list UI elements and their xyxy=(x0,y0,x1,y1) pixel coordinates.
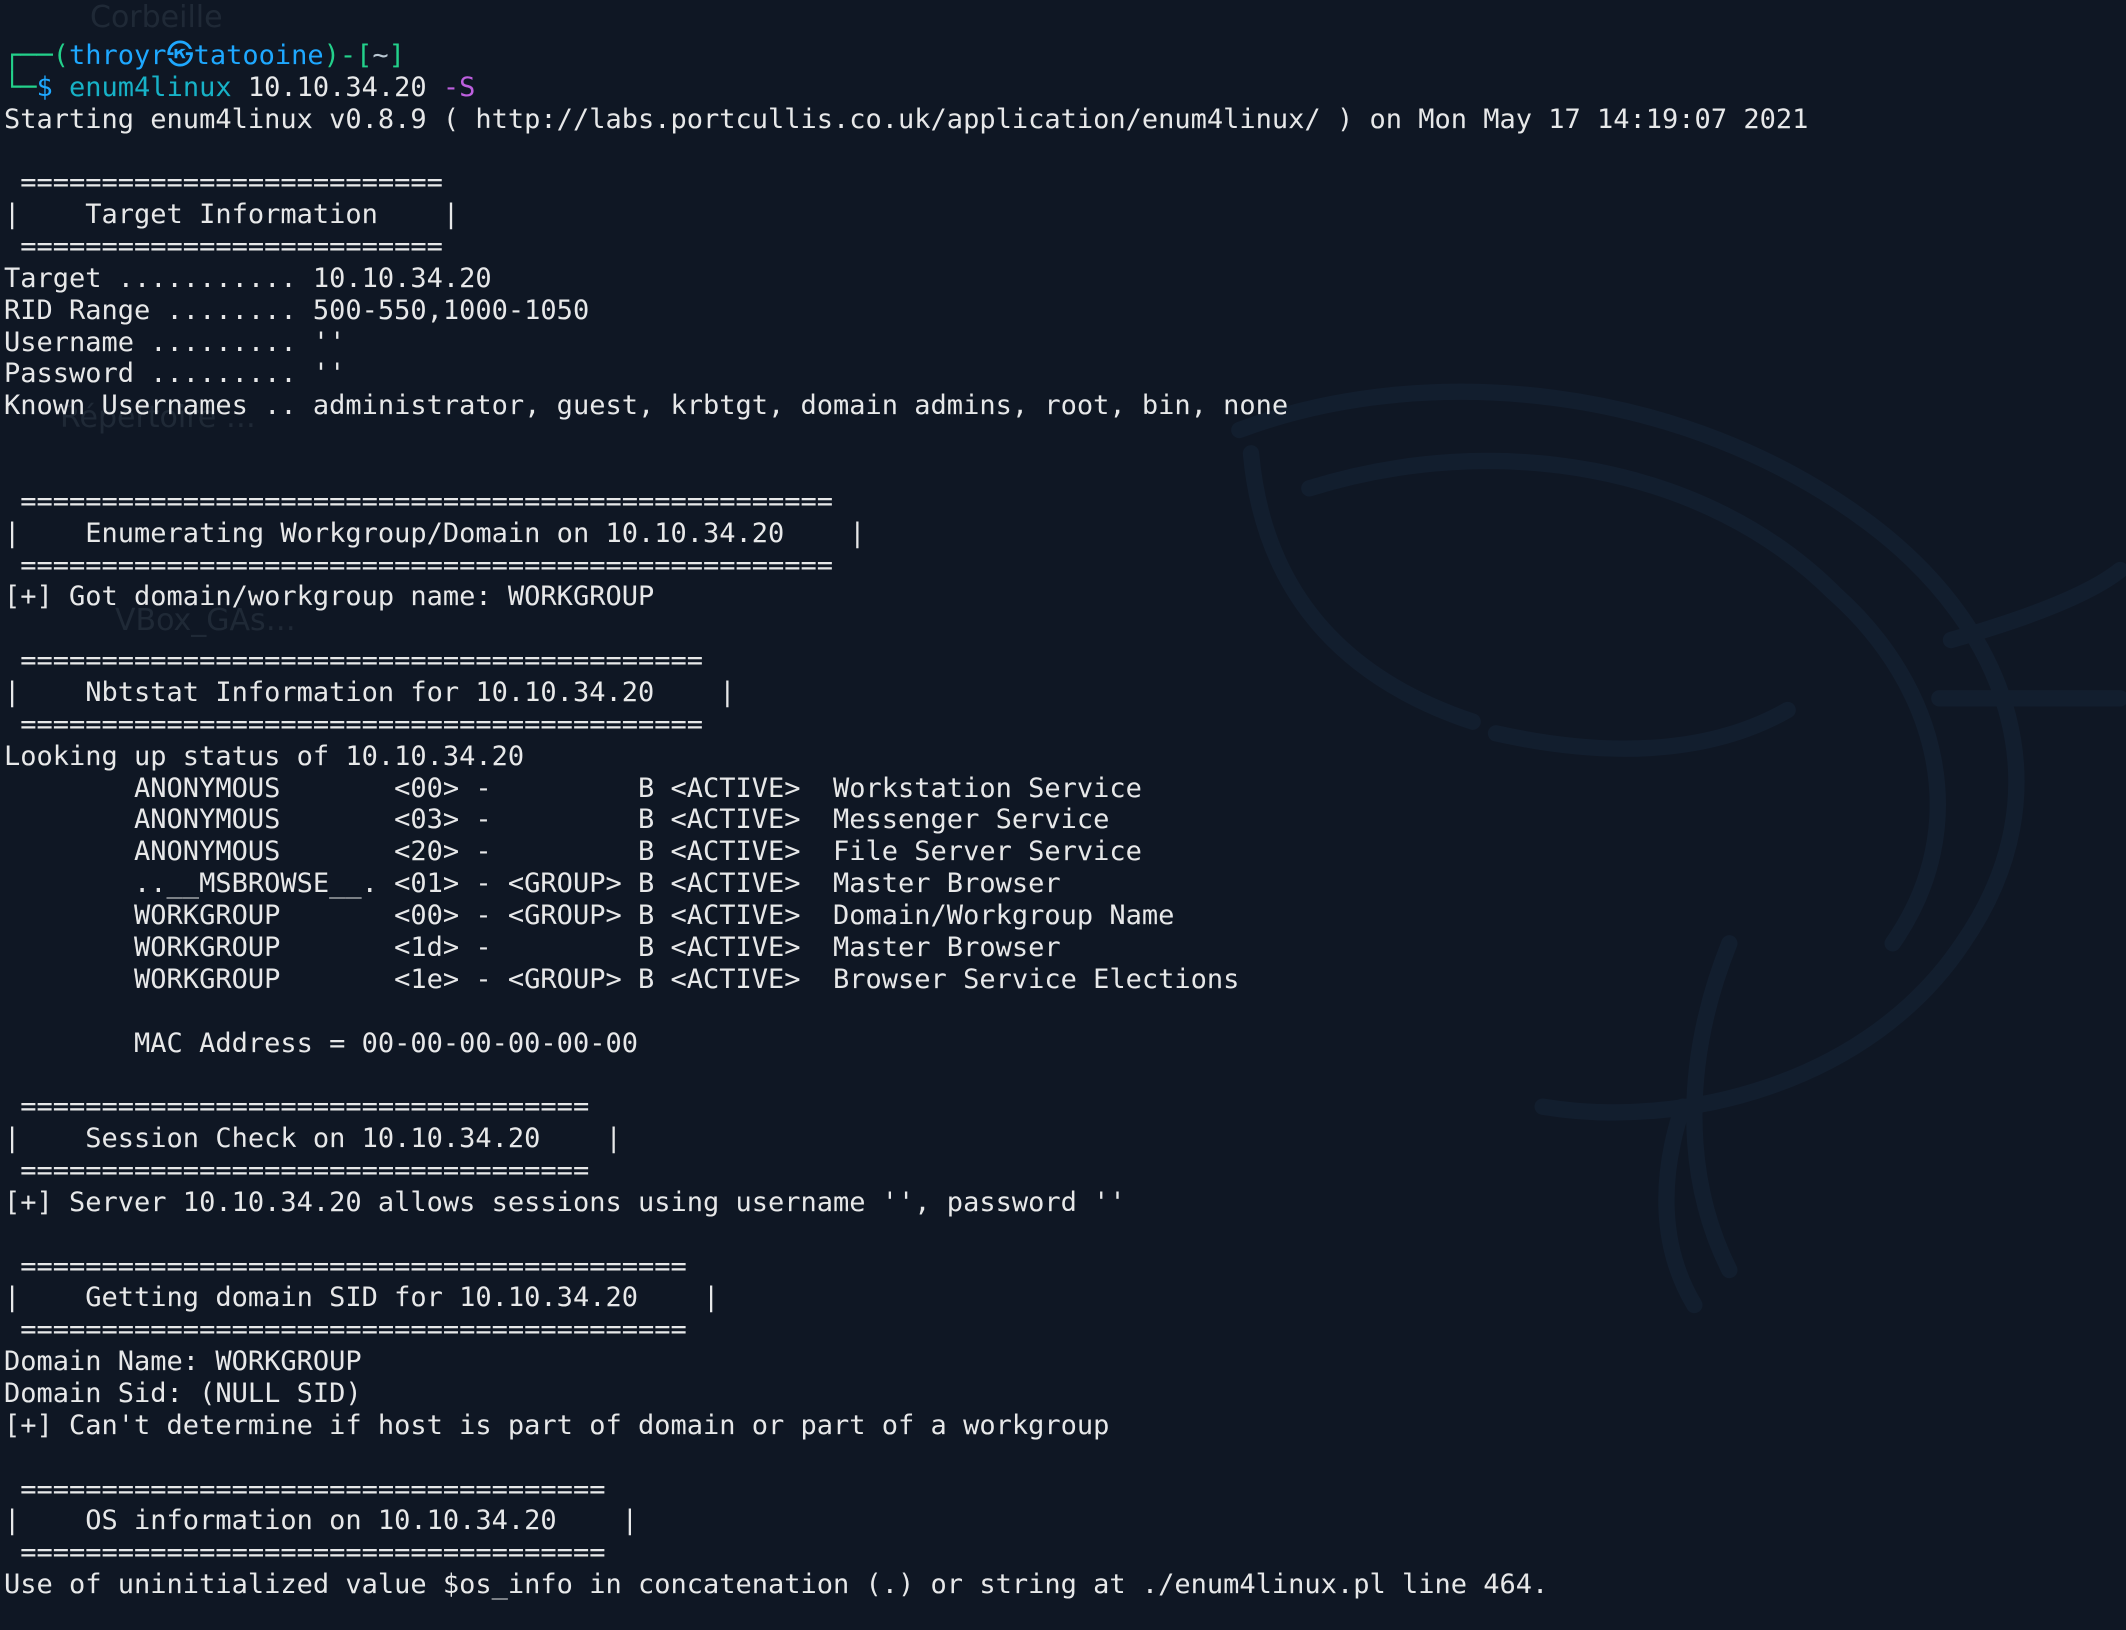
prompt-dollar: $ xyxy=(37,72,70,103)
prompt-open-bracket: )-[ xyxy=(324,40,373,71)
command-arg-ip: 10.10.34.20 xyxy=(232,72,443,103)
command-arg-flag: -S xyxy=(443,72,476,103)
terminal[interactable]: ┌──(throyr㉿tatooine)-[~] └─$ enum4linux … xyxy=(0,0,2126,1630)
command-output: Starting enum4linux v0.8.9 ( http://labs… xyxy=(4,104,2122,1601)
prompt-host: tatooine xyxy=(194,40,324,71)
prompt-cwd: ~ xyxy=(372,40,388,71)
prompt-line-2: └─$ enum4linux 10.10.34.20 -S xyxy=(4,72,475,103)
prompt-l2-prefix: └─ xyxy=(4,72,37,103)
prompt-line-1: ┌──(throyr㉿tatooine)-[~] xyxy=(4,40,405,71)
command-name: enum4linux xyxy=(69,72,232,103)
skull-icon: ㉿ xyxy=(167,40,194,71)
prompt-user: throyr xyxy=(69,40,167,71)
prompt-close-bracket: ] xyxy=(389,40,405,71)
prompt-open-icon: ┌──( xyxy=(4,40,69,71)
